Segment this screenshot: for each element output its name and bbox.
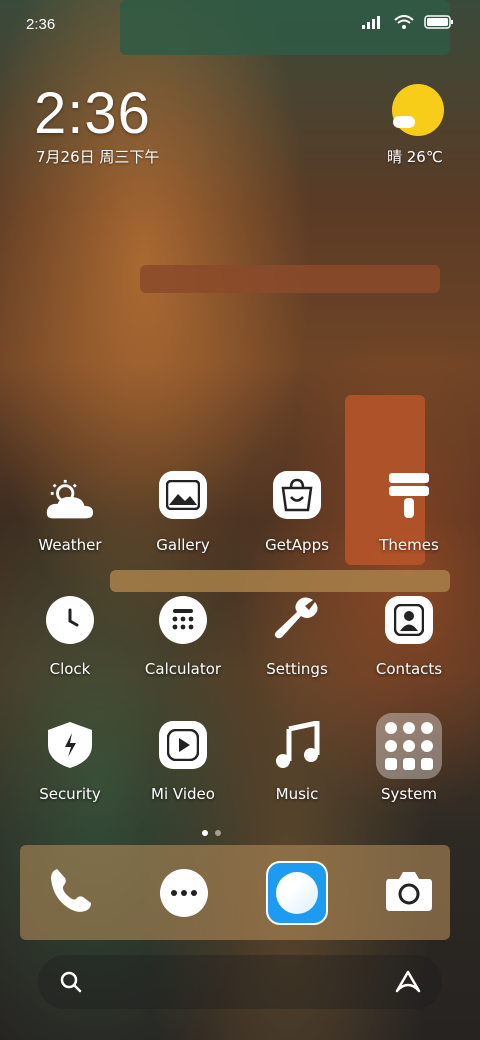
app-label: Contacts <box>375 660 443 678</box>
video-icon <box>159 721 207 769</box>
app-calculator[interactable]: Calculator <box>128 596 238 692</box>
sun-cloud-icon[interactable] <box>392 84 444 136</box>
security-icon <box>46 721 94 769</box>
settings-icon <box>273 596 321 644</box>
app-clock[interactable]: Clock <box>15 596 125 692</box>
gallery-icon <box>159 471 207 519</box>
browser-icon <box>266 861 328 925</box>
battery-icon <box>424 14 454 33</box>
app-security[interactable]: Security <box>15 721 125 817</box>
system-folder-icon <box>376 713 442 779</box>
app-label: GetApps <box>265 536 329 554</box>
search-icon[interactable] <box>60 971 82 997</box>
status-bar: 2:36 <box>0 0 480 50</box>
app-label: Calculator <box>144 660 222 678</box>
dock-camera[interactable] <box>384 868 434 918</box>
app-label: Gallery <box>156 536 210 554</box>
app-contacts[interactable]: Contacts <box>354 596 464 692</box>
getapps-icon <box>273 471 321 519</box>
assistant-icon[interactable] <box>394 969 422 999</box>
dock-messages[interactable] <box>159 868 209 918</box>
cloud-shape <box>393 116 415 128</box>
app-music[interactable]: Music <box>242 721 352 817</box>
app-label: Music <box>275 785 319 803</box>
search-bar[interactable] <box>38 955 442 1009</box>
app-themes[interactable]: Themes <box>354 471 464 567</box>
folder-system[interactable]: System <box>354 713 464 809</box>
app-label: Security <box>39 785 101 803</box>
app-mi-video[interactable]: Mi Video <box>128 721 238 817</box>
app-weather[interactable]: Weather <box>15 478 125 574</box>
wallpaper-shelf <box>140 265 440 293</box>
camera-icon <box>385 869 433 917</box>
app-settings[interactable]: Settings <box>242 596 352 692</box>
themes-icon <box>385 471 433 519</box>
page-indicator <box>202 830 221 836</box>
status-time: 2:36 <box>26 16 56 33</box>
calculator-icon <box>159 596 207 644</box>
clock-widget-time[interactable]: 2:36 <box>34 80 151 147</box>
app-label: Weather <box>38 536 102 554</box>
app-gallery[interactable]: Gallery <box>128 471 238 567</box>
page-dot-active <box>202 830 208 836</box>
wifi-icon <box>394 14 414 33</box>
phone-icon <box>47 867 95 919</box>
home-screen: 2:36 2:36 7月26日 周三下午 晴 26℃ Weather Galle… <box>0 0 480 1040</box>
music-icon <box>273 721 321 769</box>
page-dot <box>215 830 221 836</box>
dock-browser[interactable] <box>266 861 328 925</box>
clock-widget-date[interactable]: 7月26日 周三下午 <box>36 146 159 167</box>
signal-icon <box>362 14 384 33</box>
app-label: Clock <box>49 660 91 678</box>
contacts-icon <box>385 596 433 644</box>
wallpaper-shelf <box>110 570 450 592</box>
weather-widget-text[interactable]: 晴 26℃ <box>387 146 443 167</box>
app-label: Settings <box>266 660 328 678</box>
app-label: System <box>381 785 437 803</box>
app-getapps[interactable]: GetApps <box>242 471 352 567</box>
weather-icon <box>46 478 94 526</box>
app-label: Mi Video <box>151 785 215 803</box>
clock-icon <box>46 596 94 644</box>
app-label: Themes <box>379 536 439 554</box>
dock-phone[interactable] <box>46 868 96 918</box>
messages-icon <box>160 869 208 917</box>
